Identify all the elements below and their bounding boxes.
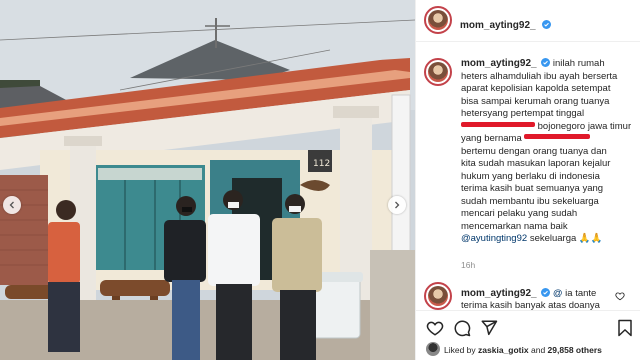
caption-username[interactable]: mom_ayting92_ (461, 58, 537, 69)
chevron-right-icon (395, 201, 400, 209)
caption-mention-link[interactable]: @ayutingting92 (461, 233, 527, 244)
caption-line: yang bernama (461, 133, 522, 144)
post-side-panel: mom_ayting92_ mom_ayting92_ inilah rumah… (415, 0, 640, 360)
paper-plane-icon[interactable] (480, 319, 498, 337)
caption-line: aparat kepolisian kapolda setempat (461, 83, 611, 94)
comments-section: mom_ayting92_ inilah rumah heters alhamd… (416, 42, 640, 310)
bookmark-icon[interactable] (616, 319, 634, 337)
svg-text:112: 112 (313, 159, 330, 169)
author-username[interactable]: mom_ayting92_ (460, 20, 536, 31)
author-username-row: mom_ayting92_ (460, 15, 552, 33)
author-avatar[interactable] (424, 6, 452, 34)
heart-icon[interactable] (426, 319, 444, 337)
caption-line: bertemu dengan orang tuanya dan (461, 145, 607, 157)
reply-mention-link[interactable]: @ (553, 288, 563, 299)
liker-avatar[interactable] (426, 342, 440, 356)
reply-text: ia tante (565, 288, 597, 299)
caption-line: hukum yang berlaku di indonesia (461, 170, 600, 182)
post-actions-bar (416, 310, 640, 340)
caption-line: sudah membantu ibu sekeluarga (461, 195, 599, 207)
likes-middle: and (530, 345, 546, 355)
carousel-prev-button[interactable] (3, 196, 21, 214)
house-photo-scene: 112 (0, 0, 415, 360)
verified-badge-icon (541, 288, 551, 297)
reply-username[interactable]: mom_ayting92_ (461, 288, 537, 299)
reply-author-avatar[interactable] (424, 282, 452, 310)
chevron-left-icon (9, 201, 14, 209)
heart-icon[interactable] (615, 291, 625, 301)
post-header: mom_ayting92_ (416, 0, 640, 42)
reply-text: terima kasih banyak atas doanya (461, 300, 600, 310)
post-timestamp[interactable]: 16h (461, 260, 475, 270)
caption-author-avatar[interactable] (424, 58, 452, 86)
caption-line: hetersyang pertempat tinggal (461, 108, 585, 119)
caption-line: kita sudah masukan laporan kejalur (461, 158, 611, 169)
post-photo: 112 (0, 0, 415, 360)
reply-comment: mom_ayting92_ @ ia tante terima kasih ba… (461, 288, 621, 310)
caption-line: heters alhamduliah ibu ayah berserta (461, 70, 618, 82)
caption-line: mencari pelaku yang sudah (461, 208, 578, 219)
caption-line: bisa sampai kerumah orang tuanya (461, 95, 610, 107)
liker-username[interactable]: zaskia_gotix (478, 345, 529, 355)
redaction-mark (461, 121, 535, 127)
post-caption: mom_ayting92_ inilah rumah heters alhamd… (461, 58, 633, 246)
likes-prefix: Liked by (444, 345, 476, 355)
redaction-mark (524, 134, 591, 139)
verified-badge-icon (542, 20, 552, 29)
caption-line: mencemarkan nama baik (461, 220, 568, 232)
caption-line: inilah rumah (552, 58, 605, 69)
likes-count[interactable]: 29,858 others (548, 345, 602, 355)
likes-text[interactable]: Liked by zaskia_gotix and 29,858 others (444, 345, 602, 355)
comment-icon[interactable] (453, 319, 471, 337)
caption-line: bojonegoro jawa timur (537, 120, 632, 132)
caption-line: terima kasih buat semuanya yang (461, 183, 604, 194)
carousel-next-button[interactable] (388, 196, 406, 214)
caption-line: sekeluarga 🙏🙏 (529, 233, 603, 244)
verified-badge-icon (541, 58, 551, 67)
likes-summary: Liked by zaskia_gotix and 29,858 others (416, 340, 640, 360)
